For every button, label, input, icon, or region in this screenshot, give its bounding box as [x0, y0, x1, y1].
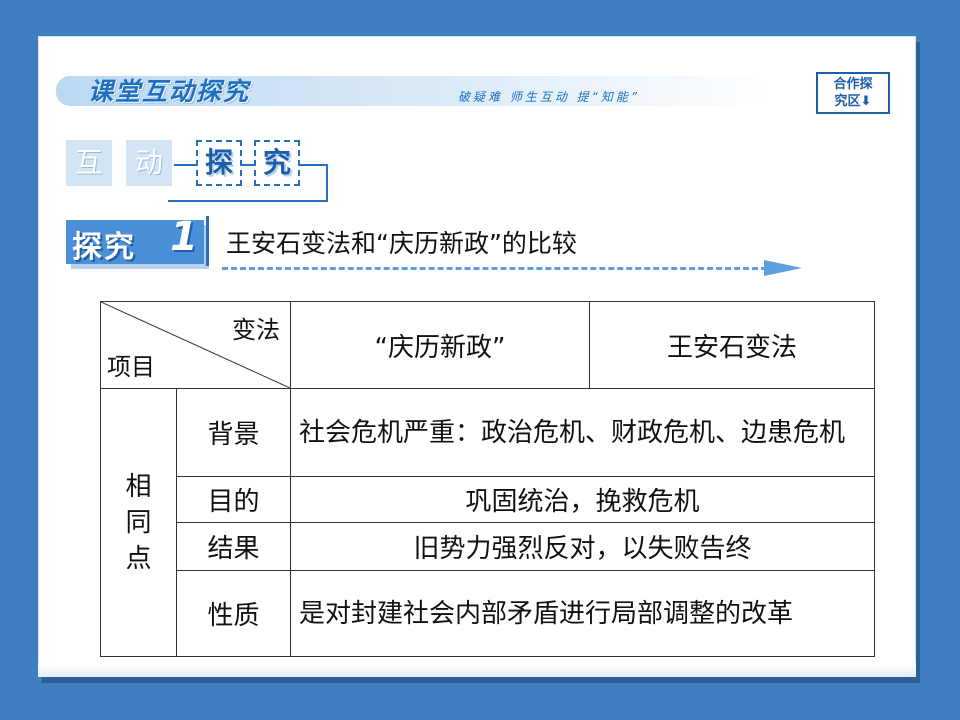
- section-label: 探究: [72, 230, 136, 265]
- row-label: 背景: [176, 388, 291, 477]
- section-divider: [206, 216, 209, 266]
- row-label: 结果: [176, 522, 291, 571]
- slide: 课堂互动探究 破疑难 师生互动 提“知能” 合作探 究区⬇ 互 动 探 究 探究…: [38, 36, 916, 677]
- arrow-head-icon: [764, 260, 802, 276]
- banner-char-tan: 探: [196, 140, 242, 186]
- row-label: 性质: [176, 570, 291, 657]
- banner-connector: [174, 164, 196, 166]
- column-header: “庆历新政”: [290, 301, 590, 389]
- banner-char-jiu: 究: [254, 140, 300, 186]
- row-content: 旧势力强烈反对，以失败告终: [290, 522, 875, 571]
- header-title: 课堂互动探究: [88, 77, 251, 106]
- banner-connector: [242, 164, 254, 166]
- table-row: 性质 是对封建社会内部矛盾进行局部调整的改革: [101, 570, 875, 657]
- arrow-line: [222, 267, 767, 270]
- section-title: 王安石变法和“庆历新政”的比较: [226, 229, 577, 258]
- corner-top-label: 变法: [232, 316, 280, 344]
- banner-connector: [168, 200, 328, 202]
- comparison-table: 变法 项目 “庆历新政” 王安石变法 相 同 点 背景 社会危机严重：政治危机、…: [100, 301, 875, 657]
- row-content: 巩固统治，挽救危机: [290, 476, 875, 523]
- table-row: 目的 巩固统治，挽救危机: [101, 476, 875, 523]
- badge-line-1: 合作探: [833, 77, 873, 92]
- column-header: 王安石变法: [589, 301, 875, 389]
- banner-connector: [300, 164, 326, 166]
- row-content: 是对封建社会内部矛盾进行局部调整的改革: [290, 570, 875, 657]
- table-row: 结果 旧势力强烈反对，以失败告终: [101, 522, 875, 571]
- badge-line-2: 究区⬇: [834, 94, 872, 109]
- group-char: 相: [125, 471, 152, 502]
- table-row: 相 同 点 背景 社会危机严重：政治危机、财政危机、边患危机: [100, 388, 875, 657]
- banner-char-hu: 互: [66, 140, 112, 186]
- group-char: 点: [125, 543, 152, 574]
- row-label: 目的: [176, 476, 291, 523]
- group-char: 同: [125, 507, 152, 538]
- row-content: 社会危机严重：政治危机、财政危机、边患危机: [290, 388, 875, 477]
- cooperative-zone-button[interactable]: 合作探 究区⬇: [816, 72, 890, 114]
- table-corner-cell: 变法 项目: [100, 301, 291, 389]
- header-subtitle: 破疑难 师生互动 提“知能”: [458, 90, 641, 104]
- corner-bottom-label: 项目: [107, 353, 155, 381]
- group-label-cell: 相 同 点: [100, 388, 177, 657]
- banner-connector: [326, 164, 328, 202]
- banner-char-dong: 动: [126, 140, 172, 186]
- section-number: 1: [170, 214, 198, 260]
